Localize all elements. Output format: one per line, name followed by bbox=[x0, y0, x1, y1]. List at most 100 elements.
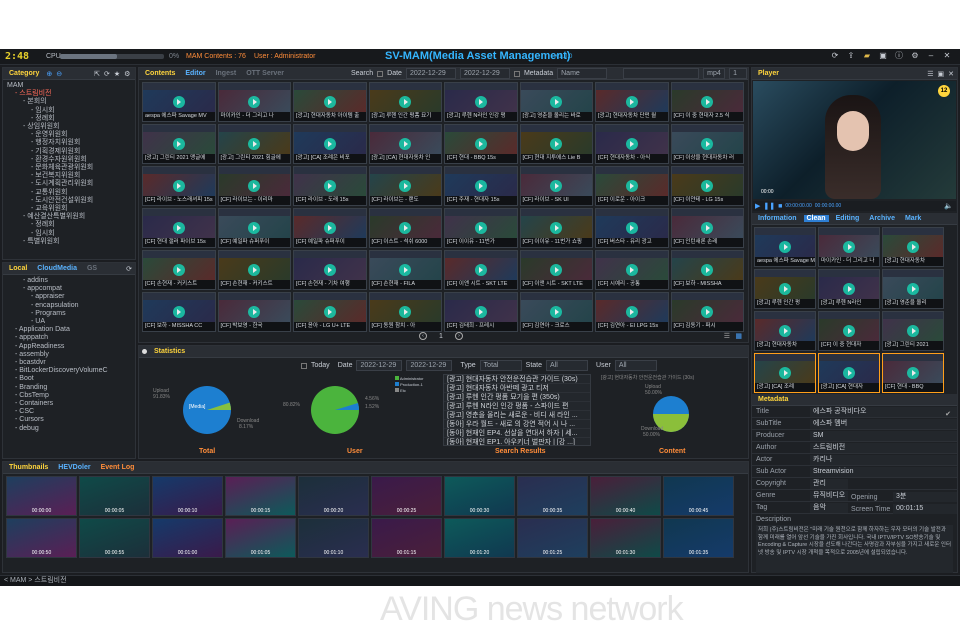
media-tile[interactable]: 마이카인 - 더 그리고 나 bbox=[818, 227, 880, 267]
prev-page-icon[interactable]: ‹ bbox=[419, 332, 427, 340]
tab-hevdoler[interactable]: HEVDoler bbox=[55, 464, 93, 471]
media-tile[interactable]: [광고] 그린티 2021 bbox=[882, 311, 944, 351]
tree-item[interactable]: - addins bbox=[7, 277, 135, 285]
play-icon[interactable] bbox=[625, 264, 638, 276]
play-icon[interactable] bbox=[625, 138, 638, 150]
play-icon[interactable] bbox=[474, 180, 487, 192]
media-tile[interactable]: [광고] [CA] 현대자 bbox=[818, 353, 880, 393]
media-tile[interactable]: [CF] 예일파 슈퍼푸이 bbox=[293, 208, 367, 248]
media-tile[interactable]: [CF] 보하 - MISSHA CC bbox=[142, 292, 216, 332]
thumbnail-frame[interactable]: 00:00:55 bbox=[79, 518, 150, 558]
tree-item[interactable]: - 정례회 bbox=[7, 221, 135, 229]
tab-local[interactable]: Local bbox=[6, 265, 30, 272]
tab-editing[interactable]: Editing bbox=[833, 215, 863, 222]
media-tile[interactable]: [CF] 이앤 시트 - SKT LTE bbox=[519, 250, 593, 290]
thumbnail-frame[interactable]: 00:00:35 bbox=[517, 476, 588, 516]
media-tile[interactable]: [CF] 이상을 현대자동차 러 bbox=[670, 124, 744, 164]
minimize-icon[interactable]: – bbox=[926, 51, 936, 61]
tree-item[interactable]: - debug bbox=[7, 425, 135, 433]
media-tile[interactable]: [광고] 현대자동차 bbox=[882, 227, 944, 267]
play-icon[interactable] bbox=[779, 367, 791, 379]
volume-icon[interactable]: 🔈 bbox=[944, 202, 953, 210]
media-tile[interactable]: [CF] 라이브는 - 랜도 bbox=[368, 166, 442, 206]
tree-item[interactable]: - apppatch bbox=[7, 334, 135, 342]
play-icon[interactable] bbox=[323, 264, 336, 276]
tree-item[interactable]: - UA bbox=[7, 318, 135, 326]
metadata-value[interactable]: 관리 bbox=[810, 478, 848, 489]
thumbnail-frame[interactable]: 00:01:20 bbox=[444, 518, 515, 558]
search-input[interactable] bbox=[623, 68, 700, 79]
media-tile[interactable]: [CF] 김연아 - 크로스 bbox=[519, 292, 593, 332]
date-from-input[interactable]: 2022-12-29 bbox=[405, 68, 456, 79]
media-tile[interactable]: [CF] 김태희 - 프레시 bbox=[444, 292, 518, 332]
video-player[interactable]: 12 00:00 bbox=[753, 81, 956, 199]
description-text[interactable]: 저희 (주)스트림비전은 "미래 기술 원천으로 함께 하자하는 우자 모터의 … bbox=[756, 525, 953, 573]
media-tile[interactable]: [CF] 라이브는 - 이리마 bbox=[217, 166, 291, 206]
media-tile[interactable]: [광고] 루헨 인간 펑 bbox=[754, 269, 816, 309]
today-checkbox[interactable] bbox=[301, 362, 307, 369]
media-tile[interactable]: [CF] 현대 - BBQ 15s bbox=[444, 124, 518, 164]
grid-view-icon[interactable]: ▦ bbox=[735, 332, 742, 340]
tree-item[interactable]: - CSC bbox=[7, 408, 135, 416]
play-icon[interactable] bbox=[625, 96, 638, 108]
media-tile[interactable]: [CF] 이이유 - 11번가 쇼핑 bbox=[519, 208, 593, 248]
play-icon[interactable] bbox=[474, 222, 487, 234]
media-tile[interactable]: [광고] 현대자동차 아이템 출 bbox=[293, 82, 367, 122]
media-tile[interactable]: [CF] 김연아 - EI LPG 15s bbox=[595, 292, 669, 332]
media-tile[interactable]: [CF] 현대 - BBQ bbox=[882, 353, 944, 393]
media-tile[interactable]: [CF] 주재 - 현대자 15s bbox=[444, 166, 518, 206]
play-icon[interactable] bbox=[779, 325, 791, 337]
tree-item[interactable]: MAM bbox=[7, 82, 135, 90]
play-icon[interactable] bbox=[172, 306, 185, 318]
page-select[interactable]: 1 bbox=[729, 68, 748, 79]
tree-item[interactable]: - BitLockerDiscoveryVolumeC bbox=[7, 367, 135, 375]
tree-item[interactable]: - encapsulation bbox=[7, 302, 135, 310]
media-tile[interactable]: [광고] 현대자동차 bbox=[754, 311, 816, 351]
media-tile[interactable]: [CF] 이앤 시트 - SKT LTE bbox=[444, 250, 518, 290]
media-tile[interactable]: [CF] 이 중 현대자 2.5 식 bbox=[670, 82, 744, 122]
media-tile[interactable]: [CF] 이로운 - 아이크 bbox=[595, 166, 669, 206]
tree-item[interactable]: - 본회의 bbox=[7, 98, 135, 106]
stop-icon[interactable]: ■ bbox=[778, 203, 782, 210]
thumbnail-frame[interactable]: 00:00:25 bbox=[371, 476, 442, 516]
media-tile[interactable]: [광고] 루헨 N라인 bbox=[818, 269, 880, 309]
tree-item[interactable]: - 상임위원회 bbox=[7, 123, 135, 131]
media-tile[interactable]: [CF] 라이브 - 노스래셔피 15s bbox=[142, 166, 216, 206]
media-tile[interactable]: [광고] 현대자동차 단펀 월 bbox=[595, 82, 669, 122]
media-tile[interactable]: [CF] 현대 지투에스 Lie B bbox=[519, 124, 593, 164]
tree-item[interactable]: - Programs bbox=[7, 310, 135, 318]
tab-archive[interactable]: Archive bbox=[866, 215, 898, 222]
media-tile[interactable]: [CF] 이얀테 - LG 15s bbox=[670, 166, 744, 206]
media-tile[interactable]: [CF] 손현재 - 커키스트 bbox=[217, 250, 291, 290]
play-icon[interactable] bbox=[625, 306, 638, 318]
metadata-value[interactable]: 음악 bbox=[810, 502, 848, 513]
thumbnail-frame[interactable]: 00:00:50 bbox=[6, 518, 77, 558]
tree-item[interactable]: - 기획경제위원회 bbox=[7, 148, 135, 156]
tab-information[interactable]: Information bbox=[755, 215, 800, 222]
media-tile[interactable]: [CF] 이스트 - 석쉬 6000 bbox=[368, 208, 442, 248]
media-tile[interactable]: [CF] 손현재 - 커키스트 bbox=[142, 250, 216, 290]
media-tile[interactable]: [광고] 영춘을 올리는 바로 bbox=[519, 82, 593, 122]
search-result-row[interactable]: [광고] 루헨 인간 펑폼 묘기을 편 (350s) bbox=[444, 393, 590, 402]
tab-cloudmedia[interactable]: CloudMedia bbox=[34, 265, 80, 272]
search-result-row[interactable]: [동아] 우라 월드 - 새로 의 강연 적어 시 나 ... bbox=[444, 420, 590, 429]
tab-thumbnails[interactable]: Thumbnails bbox=[6, 464, 51, 471]
metadata-value[interactable]: 에스파 공작비다오 bbox=[810, 406, 957, 417]
tab-ott-server[interactable]: OTT Server bbox=[243, 70, 287, 77]
play-icon[interactable] bbox=[323, 138, 336, 150]
screen-time-value[interactable]: 00:01:15 bbox=[893, 504, 957, 514]
tree-item[interactable]: - 임시회 bbox=[7, 230, 135, 238]
play-icon[interactable] bbox=[323, 96, 336, 108]
media-tile[interactable]: 마이카인 - 더 그리고 나 bbox=[217, 82, 291, 122]
close-icon[interactable]: ✕ bbox=[942, 51, 952, 61]
tree-item[interactable]: - Boot bbox=[7, 375, 135, 383]
media-tile[interactable]: [CF] 박보영 - 한국 bbox=[217, 292, 291, 332]
tree-item[interactable]: - Application Data bbox=[7, 326, 135, 334]
metadata-select[interactable]: Name bbox=[557, 68, 608, 79]
type-select[interactable]: Total bbox=[479, 360, 522, 371]
tree-item[interactable]: - Containers bbox=[7, 400, 135, 408]
media-tile[interactable]: [광고] 그린티 2021 맹글에 bbox=[142, 124, 216, 164]
tree-item[interactable]: - 교통위원회 bbox=[7, 189, 135, 197]
media-tile[interactable]: [광고] [CA] 조례은 비포 bbox=[293, 124, 367, 164]
folder-icon[interactable]: ▰ bbox=[862, 51, 872, 61]
